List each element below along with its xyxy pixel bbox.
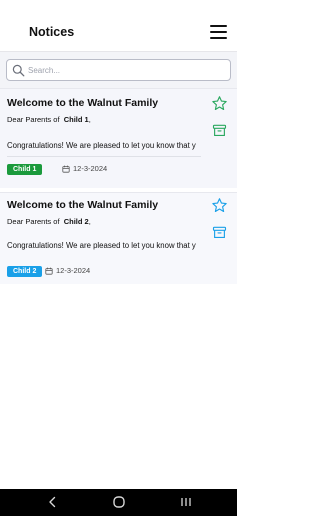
calendar-icon: [62, 165, 70, 173]
archive-icon[interactable]: [212, 225, 227, 240]
system-navigation-bar: [0, 489, 237, 516]
child-name: Child 2: [63, 217, 89, 226]
home-circle-icon[interactable]: [112, 495, 126, 509]
notice-card[interactable]: Welcome to the Walnut Family Dear Parent…: [0, 192, 237, 284]
child-badge: Child 2: [7, 266, 43, 277]
notice-title: Welcome to the Walnut Family: [7, 199, 159, 211]
search-bar: [0, 52, 237, 88]
notice-title: Welcome to the Walnut Family: [7, 97, 159, 109]
back-chevron-icon[interactable]: [46, 495, 60, 509]
search-input[interactable]: [28, 62, 226, 78]
star-icon[interactable]: [211, 197, 228, 214]
notice-date: 12-3-2024: [56, 266, 91, 275]
notice-date: 12-3-2024: [73, 164, 108, 173]
notice-card[interactable]: Welcome to the Walnut Family Dear Parent…: [0, 88, 237, 188]
app-header: Notices: [0, 14, 237, 52]
page-title: Notices: [29, 25, 75, 39]
notice-body: Congratulations! We are pleased to let y…: [7, 241, 196, 250]
search-icon: [12, 64, 25, 77]
notice-greeting: Dear Parents of Child 1,: [7, 115, 91, 124]
notice-greeting: Dear Parents of Child 2,: [7, 217, 91, 226]
archive-icon[interactable]: [212, 123, 227, 138]
divider: [7, 156, 201, 157]
star-icon[interactable]: [211, 95, 228, 112]
hamburger-menu-icon[interactable]: [210, 25, 227, 39]
child-name: Child 1: [63, 115, 89, 124]
calendar-icon: [45, 267, 53, 275]
child-badge: Child 1: [7, 164, 43, 175]
recents-icon[interactable]: [179, 495, 193, 509]
search-box[interactable]: [6, 59, 231, 81]
notice-body: Congratulations! We are pleased to let y…: [7, 141, 196, 150]
